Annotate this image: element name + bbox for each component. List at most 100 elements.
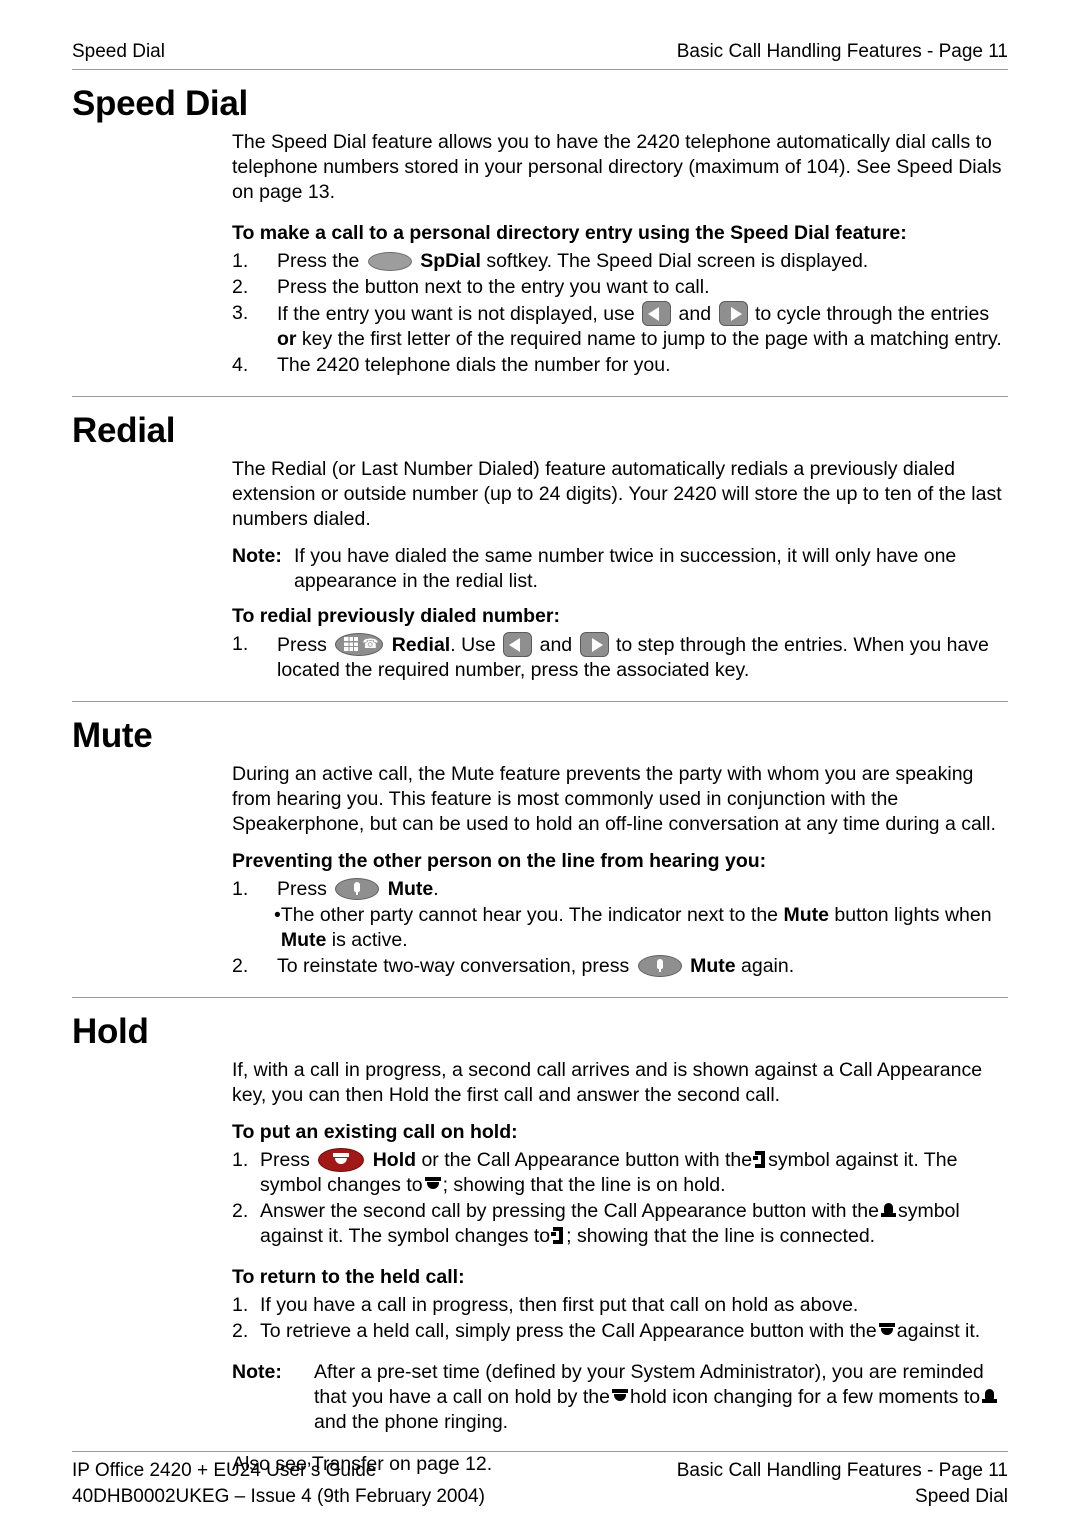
step-text-part: . xyxy=(433,878,439,900)
hold-lead-paragraph: If, with a call in progress, a second ca… xyxy=(232,1059,983,1106)
header-divider xyxy=(72,69,1008,70)
step-text-part: to cycle through the entries xyxy=(754,303,990,325)
list-text: Press Hold or the Call Appearance button… xyxy=(260,1148,1008,1198)
section-divider-redial xyxy=(72,396,1008,397)
step-text-part: . Use xyxy=(450,634,496,656)
step-text-part: ; showing that the line is connected. xyxy=(566,1225,876,1247)
list-text: The 2420 telephone dials the number for … xyxy=(277,354,671,376)
list-number: 1. xyxy=(232,878,249,900)
left-triangle-glyph xyxy=(509,637,521,652)
hold-body: If, with a call in progress, a second ca… xyxy=(232,1058,1008,1477)
call-on-hold-symbol xyxy=(424,1176,441,1194)
footer-document-id: 40DHB0002UKEG – Issue 4 (9th February 20… xyxy=(72,1486,485,1507)
mute-button-icon[interactable] xyxy=(335,878,380,900)
step-text-part: Press the xyxy=(277,250,360,272)
microphone-glyph xyxy=(656,959,663,972)
list-text: The other party cannot hear you. The ind… xyxy=(281,903,1008,953)
ringing-call-symbol xyxy=(982,1388,998,1406)
note-label: Note: xyxy=(232,1361,282,1383)
bullet-marker: • xyxy=(274,904,281,926)
document-page: Speed Dial Basic Call Handling Features … xyxy=(0,0,1080,1528)
speed-dial-lead-paragraph: The Speed Dial feature allows you to hav… xyxy=(232,131,1002,203)
hold-cup-glyph xyxy=(333,1153,350,1164)
hold-note: Note: After a pre-set time (defined by y… xyxy=(232,1360,1008,1435)
mute-body: During an active call, the Mute feature … xyxy=(232,762,1008,979)
redial-body: The Redial (or Last Number Dialed) featu… xyxy=(232,457,1008,683)
list-number: 1. xyxy=(232,250,249,272)
step-text-part: is active. xyxy=(331,929,408,951)
right-arrow-button-icon[interactable] xyxy=(579,632,609,657)
footer-section-name: Speed Dial xyxy=(915,1486,1008,1507)
list-item: 2. Press the button next to the entry yo… xyxy=(232,275,1008,300)
list-number: 2. xyxy=(232,276,249,298)
step-text-part: ; showing that the line is on hold. xyxy=(442,1174,726,1196)
list-text: Press Mute. xyxy=(277,877,1008,902)
mute-button-icon[interactable] xyxy=(637,955,682,977)
note-text: After a pre-set time (defined by your Sy… xyxy=(314,1360,1008,1435)
mute-label: Mute xyxy=(280,929,327,951)
hold-button-icon[interactable] xyxy=(318,1148,365,1172)
list-text: To retrieve a held call, simply press th… xyxy=(260,1319,1008,1344)
list-text: Answer the second call by pressing the C… xyxy=(260,1199,1008,1249)
list-item: 1. Press ☎ Redial. Use and to step throu… xyxy=(232,632,1008,683)
mute-label: Mute xyxy=(783,904,829,926)
list-text: Press ☎ Redial. Use and to step through … xyxy=(277,632,1008,683)
step-text-part: The other party cannot hear you. The ind… xyxy=(280,904,779,926)
step-text-part: or the Call Appearance button with the xyxy=(421,1149,753,1171)
step-text-part: softkey. The Speed Dial screen is displa… xyxy=(486,250,869,272)
list-item: 1. Press Mute. xyxy=(232,877,1008,902)
list-text: Press the button next to the entry you w… xyxy=(277,276,710,298)
redial-label: Redial xyxy=(391,634,451,656)
list-number: 1. xyxy=(232,1149,249,1171)
step-text-part: and xyxy=(539,634,573,656)
list-number: 3. xyxy=(232,302,249,324)
step-text-part: Press xyxy=(277,878,327,900)
connected-call-symbol xyxy=(551,1227,564,1245)
list-text: If the entry you want is not displayed, … xyxy=(277,301,1008,352)
list-number: 4. xyxy=(232,354,249,376)
section-divider-mute xyxy=(72,701,1008,702)
step-text-emphasis: or xyxy=(277,328,297,350)
call-on-hold-symbol xyxy=(611,1388,628,1406)
ringing-call-symbol xyxy=(880,1202,896,1220)
left-arrow-button-icon[interactable] xyxy=(642,301,672,326)
page-footer: IP Office 2420 + EU24 User’s Guide Basic… xyxy=(72,1451,1008,1510)
list-number: 2. xyxy=(232,955,249,977)
step-text-part: button lights when xyxy=(834,904,992,926)
step-text-part: Answer the second call by pressing the C… xyxy=(260,1200,879,1222)
connected-call-symbol xyxy=(753,1151,766,1169)
step-text-part: again. xyxy=(741,955,795,977)
right-triangle-glyph xyxy=(730,306,742,321)
section-heading-redial: Redial xyxy=(72,411,176,450)
spdial-softkey-icon[interactable] xyxy=(367,252,412,271)
section-heading-hold: Hold xyxy=(72,1012,149,1051)
section-divider-hold xyxy=(72,997,1008,998)
list-number: 2. xyxy=(232,1200,249,1222)
note-text: If you have dialed the same number twice… xyxy=(294,545,957,592)
list-item: 1. If you have a call in progress, then … xyxy=(232,1293,1008,1318)
left-triangle-glyph xyxy=(648,306,660,321)
left-arrow-button-icon[interactable] xyxy=(503,632,533,657)
redial-note: Note: If you have dialed the same number… xyxy=(232,544,1008,594)
call-on-hold-symbol xyxy=(878,1322,895,1340)
list-number: 2. xyxy=(232,1320,249,1342)
list-number: 1. xyxy=(232,1294,249,1316)
speed-dial-body: The Speed Dial feature allows you to hav… xyxy=(232,130,1008,378)
redial-button-icon[interactable]: ☎ xyxy=(335,633,384,656)
mute-lead-paragraph: During an active call, the Mute feature … xyxy=(232,763,996,835)
footer-chapter-page: Basic Call Handling Features - Page 11 xyxy=(676,1460,1008,1481)
list-item: 2. To retrieve a held call, simply press… xyxy=(232,1319,1008,1344)
hold-label: Hold xyxy=(372,1149,417,1171)
list-text: If you have a call in progress, then fir… xyxy=(260,1294,859,1316)
note-text-part: and the phone ringing. xyxy=(314,1411,509,1433)
step-text-part: against it. xyxy=(896,1320,981,1342)
right-arrow-button-icon[interactable] xyxy=(718,301,748,326)
list-number: 1. xyxy=(232,633,249,655)
spdial-label: SpDial xyxy=(420,250,481,272)
keypad-glyph xyxy=(344,637,359,651)
